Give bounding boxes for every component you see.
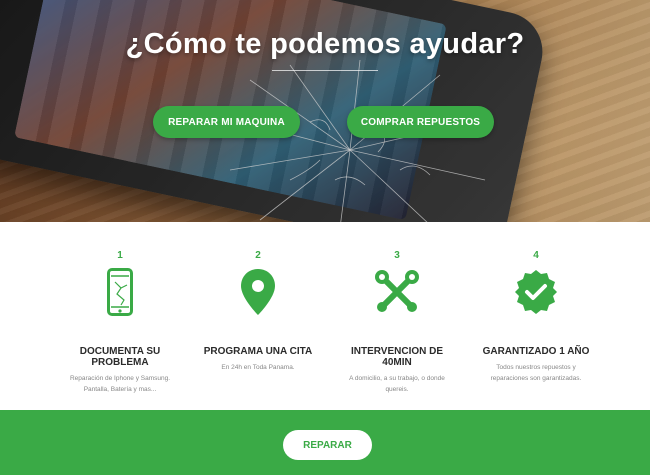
step-title: DOCUMENTA SU PROBLEMA bbox=[79, 346, 161, 368]
step-title: PROGRAMA UNA CITA bbox=[203, 346, 313, 357]
repair-machine-button[interactable]: REPARAR MI MAQUINA bbox=[153, 106, 300, 138]
step-1: 1 DOCUMENTA SU PROBLEMA Reparación de Ip… bbox=[45, 250, 195, 395]
step-number: 2 bbox=[255, 250, 261, 261]
footer-cta: REPARAR bbox=[0, 410, 650, 475]
check-badge-icon bbox=[515, 270, 557, 314]
cracked-phone-icon bbox=[107, 268, 133, 316]
step-description: Reparación de Iphone y Samsung. Pantalla… bbox=[69, 375, 171, 393]
hero-title: ¿Cómo te podemos ayudar? bbox=[125, 28, 525, 60]
step-description: En 24h en Toda Panama. bbox=[221, 364, 295, 371]
buy-parts-button[interactable]: COMPRAR REPUESTOS bbox=[347, 106, 494, 138]
steps-section: 1 DOCUMENTA SU PROBLEMA Reparación de Ip… bbox=[0, 222, 650, 410]
map-pin-icon bbox=[241, 269, 275, 315]
step-description: Todos nuestros repuestos y reparaciones … bbox=[490, 364, 582, 382]
step-4: 4 GARANTIZADO 1 AÑO Todos nuestros repue… bbox=[461, 250, 611, 384]
step-number: 1 bbox=[117, 250, 123, 261]
step-number: 3 bbox=[394, 250, 400, 261]
step-title: INTERVENCION DE 40MIN bbox=[350, 346, 444, 368]
step-2: 2 PROGRAMA UNA CITA En 24h en Toda Panam… bbox=[183, 250, 333, 373]
step-number: 4 bbox=[533, 250, 539, 261]
repair-button[interactable]: REPARAR bbox=[283, 430, 372, 460]
step-title: GARANTIZADO 1 AÑO bbox=[482, 346, 590, 357]
step-3: 3 INTERVENCION DE 40MIN A domicilio, a s… bbox=[322, 250, 472, 395]
step-description: A domicilio, a su trabajo, o donde quere… bbox=[349, 375, 445, 393]
title-underline bbox=[272, 70, 378, 71]
hero-section: ¿Cómo te podemos ayudar? REPARAR MI MAQU… bbox=[0, 0, 650, 222]
tools-icon bbox=[375, 270, 419, 312]
